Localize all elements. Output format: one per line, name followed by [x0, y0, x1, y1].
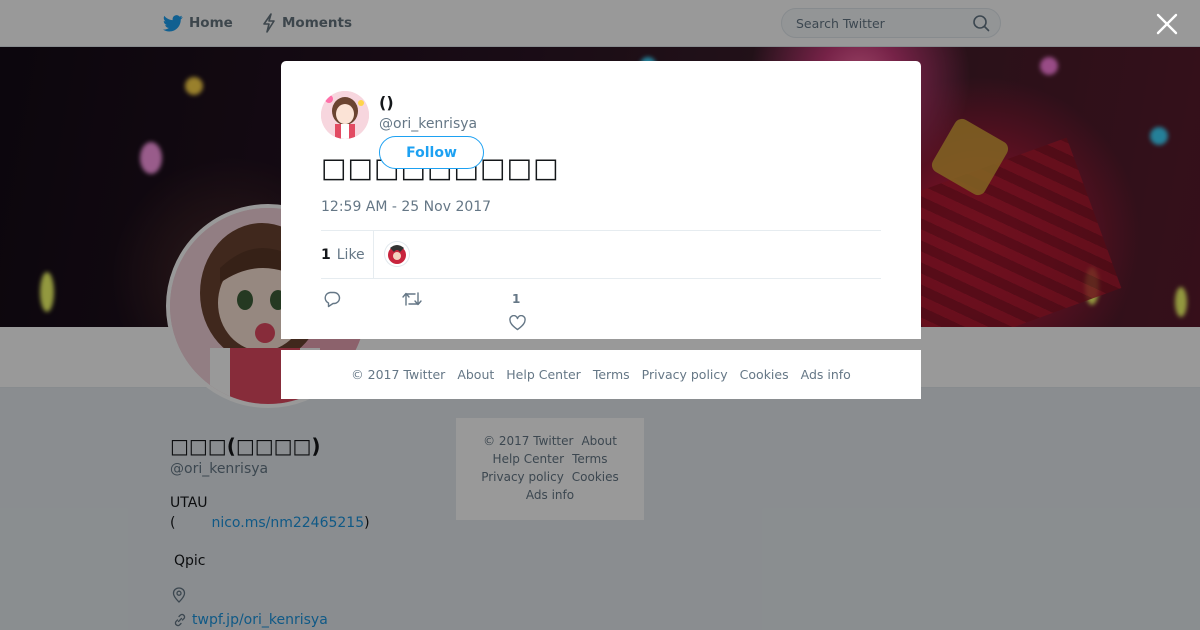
modal-footer-ads[interactable]: Ads info [801, 367, 851, 382]
likes-count: 1 [321, 246, 331, 263]
heart-icon [509, 314, 526, 331]
tweet-timestamp[interactable]: 12:59 AM - 25 Nov 2017 [321, 199, 491, 215]
liker-avatar[interactable] [385, 242, 409, 266]
modal-footer-about[interactable]: About [457, 367, 494, 382]
tweet-author-handle[interactable]: @ori_kenrisya [379, 116, 477, 132]
modal-footer-copyright: © 2017 Twitter [351, 367, 446, 382]
liker-avatar-illustration [385, 242, 409, 266]
tweet-author-avatar[interactable] [321, 91, 369, 139]
modal-footer-help[interactable]: Help Center [506, 367, 581, 382]
retweet-icon [402, 292, 422, 306]
tweet-modal: () @ori_kenrisya □□□□□□□□□ Follow 12:59 … [281, 61, 921, 339]
tweet-stats: 1 Like [321, 230, 881, 279]
likes-stat[interactable]: 1 Like [321, 231, 365, 278]
modal-footer-terms[interactable]: Terms [593, 367, 630, 382]
like-action-count: 1 [512, 292, 521, 306]
modal-footer-privacy[interactable]: Privacy policy [642, 367, 728, 382]
retweet-button[interactable] [402, 291, 422, 311]
reply-button[interactable] [323, 291, 341, 312]
close-icon [1156, 13, 1178, 35]
close-button[interactable] [1154, 11, 1180, 37]
reply-icon [324, 291, 341, 308]
modal-footer-cookies[interactable]: Cookies [740, 367, 789, 382]
like-button[interactable] [509, 314, 526, 335]
author-avatar-illustration [321, 91, 369, 139]
stats-divider [373, 231, 374, 278]
modal-footer: © 2017 Twitter About Help Center Terms P… [281, 350, 921, 399]
likes-label: Like [336, 246, 365, 263]
tweet-author-name[interactable]: () [379, 93, 394, 112]
follow-button[interactable]: Follow [379, 136, 484, 169]
